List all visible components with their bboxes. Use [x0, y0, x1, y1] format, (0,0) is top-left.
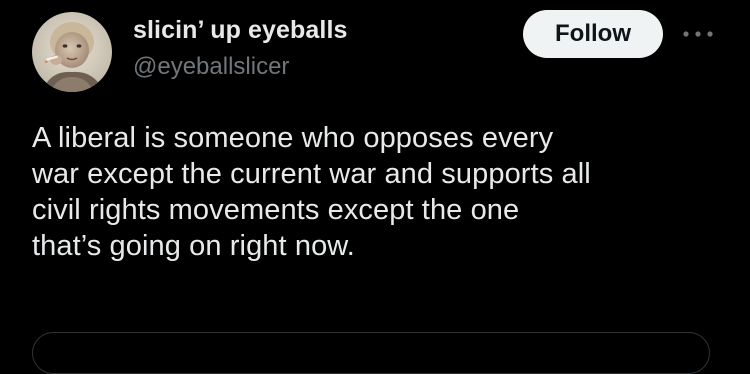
author-handle[interactable]: @eyeballslicer: [133, 52, 348, 82]
media-card[interactable]: [32, 332, 710, 374]
follow-button[interactable]: Follow: [523, 10, 663, 58]
more-options-button[interactable]: [678, 22, 718, 46]
author-avatar[interactable]: [32, 12, 112, 92]
tweet-card: slicin’ up eyeballs @eyeballslicer Follo…: [0, 0, 750, 374]
author-info: slicin’ up eyeballs @eyeballslicer: [133, 14, 348, 82]
avatar-photo-icon: [32, 12, 112, 92]
more-options-icon: [683, 31, 713, 37]
tweet-text: A liberal is someone who opposes every w…: [32, 122, 591, 262]
author-display-name[interactable]: slicin’ up eyeballs: [133, 14, 348, 46]
